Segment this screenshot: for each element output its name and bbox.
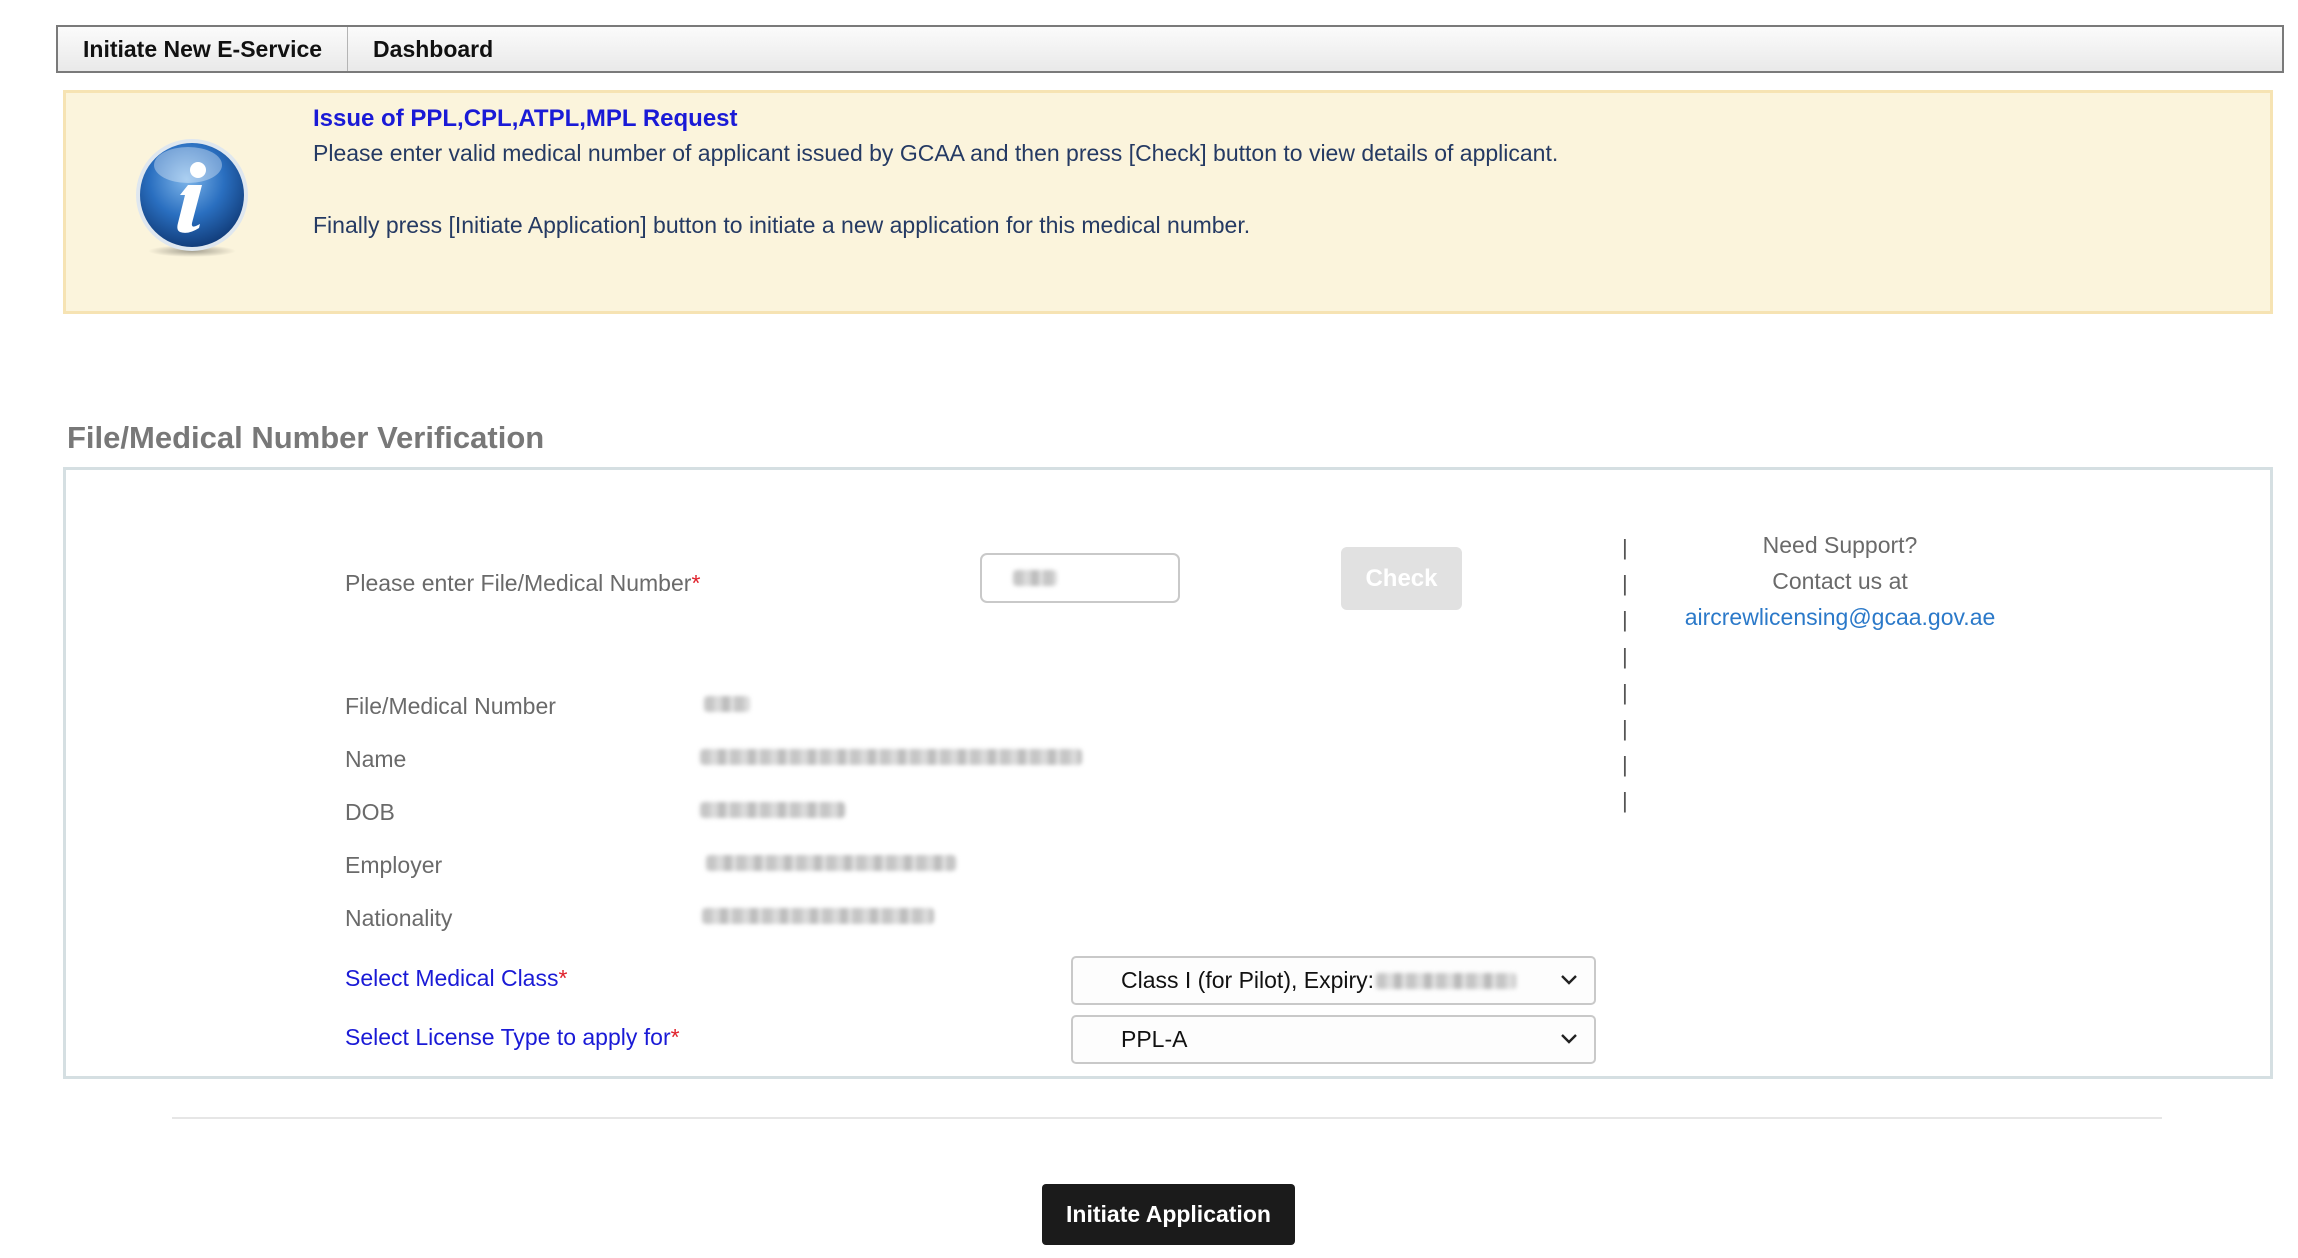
file-medical-number-label: File/Medical Number xyxy=(345,693,556,719)
top-nav-bar: Initiate New E-Service Dashboard xyxy=(56,25,2284,73)
info-instruction-2: Finally press [Initiate Application] but… xyxy=(313,212,1251,238)
license-type-select[interactable]: PPL-A xyxy=(1071,1015,1596,1064)
info-icon xyxy=(136,139,248,257)
divider-line xyxy=(172,1117,2162,1119)
name-value xyxy=(700,749,1082,765)
info-title: Issue of PPL,CPL,ATPL,MPL Request xyxy=(313,105,738,132)
vertical-divider: | | | | | | | | xyxy=(1622,535,1628,814)
support-contact-text: Contact us at xyxy=(1772,568,1908,594)
chevron-down-icon xyxy=(1561,975,1577,985)
medical-class-expiry-redacted xyxy=(1376,972,1517,989)
required-mark: * xyxy=(670,1024,680,1050)
tab-initiate-new-e-service[interactable]: Initiate New E-Service xyxy=(58,27,349,71)
info-banner: Issue of PPL,CPL,ATPL,MPL Request Please… xyxy=(63,90,2273,314)
employer-label: Employer xyxy=(345,852,443,878)
required-mark: * xyxy=(558,965,568,991)
chevron-down-icon xyxy=(1561,1034,1577,1044)
name-label: Name xyxy=(345,746,407,772)
medical-class-value: Class I (for Pilot), Expiry: xyxy=(1121,967,1375,993)
support-block: Need Support? Contact us at aircrewlicen… xyxy=(1640,527,2040,635)
dob-label: DOB xyxy=(345,799,395,825)
license-type-label: Select License Type to apply for* xyxy=(345,1024,680,1050)
nationality-value xyxy=(702,908,934,924)
check-button[interactable]: Check xyxy=(1341,547,1462,610)
employer-value xyxy=(706,855,956,871)
medical-number-input[interactable] xyxy=(980,553,1180,603)
dob-value xyxy=(700,802,845,818)
support-heading: Need Support? xyxy=(1762,532,1918,558)
file-medical-number-value xyxy=(704,696,750,712)
info-instruction-1: Please enter valid medical number of app… xyxy=(313,140,1559,166)
medical-number-label: Please enter File/Medical Number* xyxy=(345,570,701,596)
section-title: File/Medical Number Verification xyxy=(67,420,545,455)
medical-class-label: Select Medical Class* xyxy=(345,965,568,991)
nationality-label: Nationality xyxy=(345,905,453,931)
license-type-value: PPL-A xyxy=(1121,1026,1188,1052)
medical-number-redacted xyxy=(1013,570,1057,586)
tab-dashboard[interactable]: Dashboard xyxy=(348,27,518,71)
required-mark: * xyxy=(691,570,701,596)
medical-class-select[interactable]: Class I (for Pilot), Expiry: xyxy=(1071,956,1596,1005)
initiate-application-button[interactable]: Initiate Application xyxy=(1042,1184,1295,1245)
support-email-link[interactable]: aircrewlicensing@gcaa.gov.ae xyxy=(1640,599,2040,635)
